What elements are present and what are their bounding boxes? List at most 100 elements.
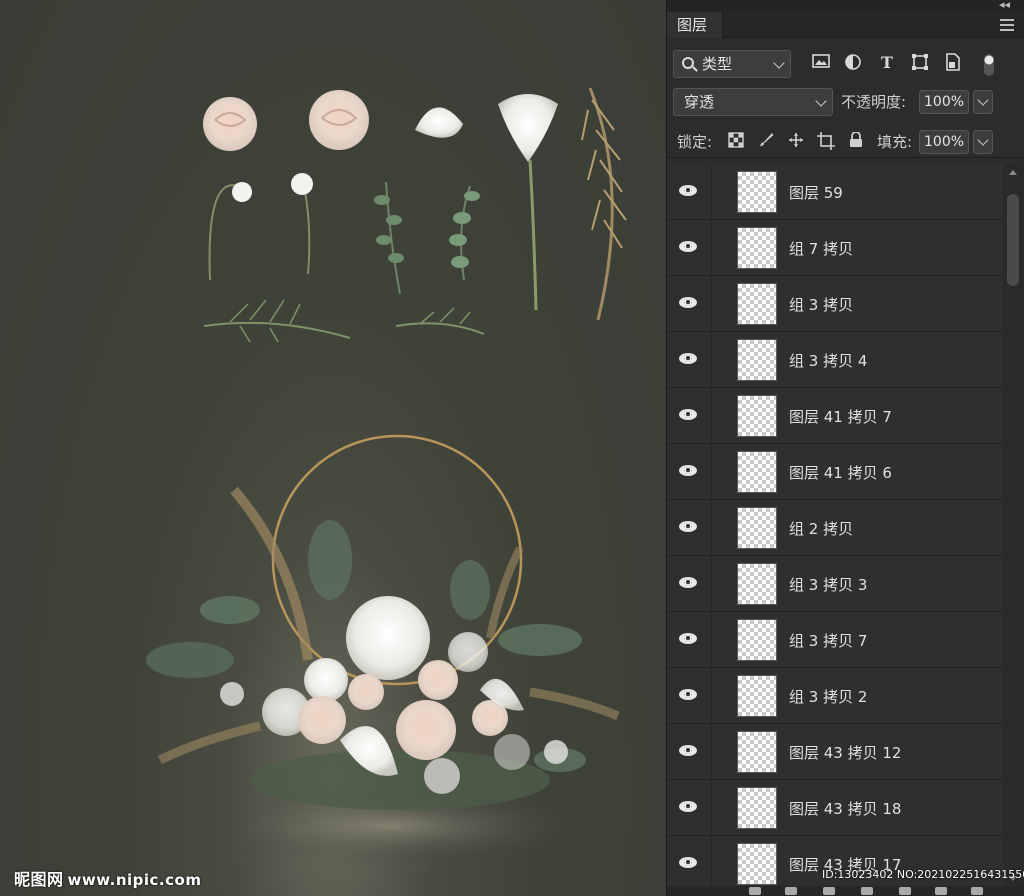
eye-icon[interactable] [679, 800, 699, 814]
eye-icon[interactable] [679, 240, 699, 254]
lock-transparent-pixels-icon[interactable] [727, 132, 745, 150]
panel-top-strip: ◂◂ [667, 0, 1024, 12]
lock-label: 锁定: [677, 133, 713, 151]
layer-thumbnail [737, 451, 777, 493]
eye-icon[interactable] [679, 632, 699, 646]
layer-name: 图层 43 拷贝 18 [789, 800, 902, 818]
eye-icon[interactable] [679, 184, 699, 198]
type-filter-icon[interactable]: T [877, 53, 897, 73]
opacity-slider-toggle[interactable] [973, 90, 993, 114]
new-group-icon[interactable] [899, 887, 911, 895]
lock-image-pixels-icon[interactable] [757, 132, 775, 150]
lock-all-icon[interactable] [847, 131, 865, 150]
layer-thumbnail [737, 843, 777, 885]
layer-row[interactable]: 组 3 拷贝 2 [667, 668, 1003, 724]
collapse-panel-icon[interactable]: ◂◂ [999, 0, 1010, 11]
layers-scrollbar[interactable] [1003, 164, 1023, 886]
watermark-site: www.nipic.com [67, 871, 202, 889]
layer-thumbnail [737, 171, 777, 213]
layer-row[interactable]: 组 3 拷贝 [667, 276, 1003, 332]
filter-kind-select[interactable]: 类型 [673, 50, 791, 78]
layer-row[interactable]: 组 3 拷贝 7 [667, 612, 1003, 668]
tab-layers[interactable]: 图层 [667, 12, 723, 38]
panel-menu-icon[interactable] [1000, 19, 1014, 31]
layer-thumbnail [737, 563, 777, 605]
eucalyptus-element-2 [449, 185, 480, 281]
eye-icon[interactable] [679, 296, 699, 310]
link-layers-icon[interactable] [749, 887, 761, 895]
eye-icon[interactable] [679, 408, 699, 422]
layer-name: 组 3 拷贝 [789, 296, 854, 314]
new-layer-icon[interactable] [935, 887, 947, 895]
layer-row[interactable]: 组 2 拷贝 [667, 500, 1003, 556]
eye-icon[interactable] [679, 688, 699, 702]
layer-row[interactable]: 组 3 拷贝 4 [667, 332, 1003, 388]
rose-element-1 [203, 97, 257, 151]
layer-row[interactable]: 图层 59 [667, 164, 1003, 220]
layer-thumbnail [737, 339, 777, 381]
eye-icon[interactable] [679, 744, 699, 758]
document-canvas[interactable]: 昵图网 www.nipic.com [0, 0, 666, 896]
layer-row[interactable]: 组 7 拷贝 [667, 220, 1003, 276]
layer-thumbnail [737, 787, 777, 829]
panel-bottom-toolbar [667, 886, 1024, 896]
layer-name: 组 3 拷贝 7 [789, 632, 868, 650]
fill-input[interactable]: 100% [919, 130, 969, 154]
image-id-overlay: ID:13023402 NO:20210225164315502589 [822, 868, 1024, 881]
layer-thumbnail [737, 395, 777, 437]
layer-filter-row: 类型 T [667, 48, 1024, 80]
image-filter-icon[interactable] [811, 53, 831, 73]
adjustment-filter-icon[interactable] [843, 53, 863, 73]
blend-opacity-row: 穿透 不透明度: 100% [667, 86, 1024, 118]
layer-thumbnail [737, 619, 777, 661]
fill-label: 填充: [877, 133, 913, 151]
opacity-input[interactable]: 100% [919, 90, 969, 114]
layers-panel: ◂◂ 图层 类型 T 穿透 不透明度: 100% 锁定: 填充: 100% 图层… [666, 0, 1024, 896]
chevron-down-icon [815, 95, 827, 107]
filter-kind-label: 类型 [702, 55, 733, 73]
smart-object-filter-icon[interactable] [943, 53, 963, 73]
scroll-up-icon[interactable] [1009, 170, 1017, 175]
pampas-grass-element [581, 87, 627, 321]
filter-toggle-icon[interactable] [979, 53, 999, 76]
layer-thumbnail [737, 227, 777, 269]
layer-name: 组 2 拷贝 [789, 520, 854, 538]
shape-filter-icon[interactable] [910, 53, 930, 73]
eye-icon[interactable] [679, 856, 699, 870]
lock-position-icon[interactable] [787, 132, 805, 150]
add-mask-icon[interactable] [823, 887, 835, 895]
layer-name: 组 7 拷贝 [789, 240, 854, 258]
lock-fill-row: 锁定: 填充: 100% [667, 126, 1024, 158]
layer-name: 组 3 拷贝 3 [789, 576, 868, 594]
eucalyptus-element-1 [374, 181, 404, 295]
layer-row[interactable]: 图层 43 拷贝 18 [667, 780, 1003, 836]
calla-petal-element [415, 107, 463, 138]
layer-thumbnail [737, 283, 777, 325]
lock-artboard-icon[interactable] [817, 132, 835, 150]
fern-sprig-element-1 [203, 299, 351, 343]
search-icon [682, 57, 694, 69]
layer-row[interactable]: 图层 41 拷贝 6 [667, 444, 1003, 500]
layer-name: 图层 59 [789, 184, 843, 202]
layer-thumbnail [737, 507, 777, 549]
layer-row[interactable]: 组 3 拷贝 3 [667, 556, 1003, 612]
scroll-thumb[interactable] [1007, 194, 1019, 286]
blend-mode-value: 穿透 [684, 93, 715, 111]
eye-icon[interactable] [679, 576, 699, 590]
layer-row[interactable]: 图层 41 拷贝 7 [667, 388, 1003, 444]
small-flower-stem-1 [208, 182, 252, 281]
blend-mode-select[interactable]: 穿透 [673, 88, 833, 116]
fill-slider-toggle[interactable] [973, 130, 993, 154]
eye-icon[interactable] [679, 352, 699, 366]
layer-name: 组 3 拷贝 2 [789, 688, 868, 706]
eye-icon[interactable] [679, 464, 699, 478]
layers-list: 图层 59 组 7 拷贝 组 3 拷贝 组 3 拷贝 4 图层 41 拷贝 7 [667, 164, 1003, 886]
adjustment-layer-icon[interactable] [861, 887, 873, 895]
chevron-down-icon [773, 57, 785, 69]
layer-row[interactable]: 图层 43 拷贝 12 [667, 724, 1003, 780]
delete-layer-icon[interactable] [971, 887, 983, 895]
small-flower-stem-2 [291, 173, 313, 275]
layer-thumbnail [737, 731, 777, 773]
layer-style-icon[interactable] [785, 887, 797, 895]
eye-icon[interactable] [679, 520, 699, 534]
